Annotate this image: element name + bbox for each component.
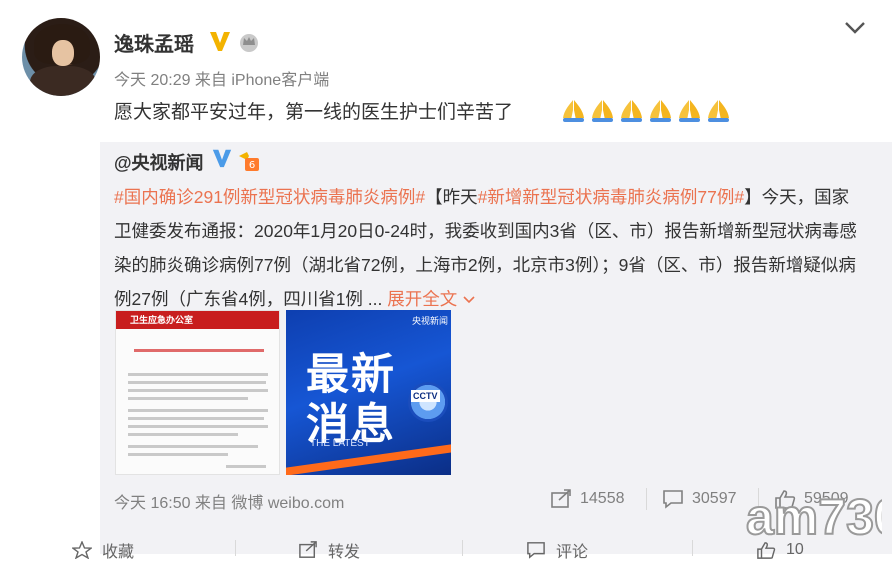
- document-thumbnail[interactable]: 卫生应急办公室: [115, 310, 280, 475]
- pray-emoji-icon: [563, 100, 584, 122]
- share-icon: [299, 541, 317, 558]
- hashtag-link[interactable]: #新增新型冠状病毒肺炎病例77例#: [478, 187, 744, 207]
- expand-label: 展开全文: [387, 289, 458, 309]
- latest-news-thumbnail[interactable]: 央视新闻 最新 消息 CCTV THE LATEST: [286, 310, 451, 475]
- repost-count: 14558: [580, 490, 625, 507]
- svg-text:6: 6: [249, 160, 255, 171]
- like-action-count: 10: [786, 541, 804, 558]
- pray-emoji-icon: [708, 100, 729, 122]
- like-action-button[interactable]: 10: [756, 540, 804, 560]
- verified-v-icon: [210, 32, 230, 51]
- latest-subtitle: THE LATEST: [310, 438, 370, 449]
- member-badge-icon: 6: [239, 152, 259, 171]
- bracket-open: 【昨天: [425, 187, 478, 207]
- repost-author-link[interactable]: @央视新闻: [114, 149, 204, 175]
- hashtag-link[interactable]: #国内确诊291例新型冠状病毒肺炎病例#: [114, 187, 425, 207]
- cctv-logo-icon: [408, 382, 448, 422]
- share-icon: [551, 489, 571, 508]
- brand-label: 央视新闻: [412, 316, 449, 326]
- comment-icon: [527, 542, 545, 559]
- bracket-close: 】: [744, 187, 762, 207]
- pray-emoji-icon: [650, 100, 671, 122]
- user-avatar[interactable]: [22, 18, 100, 96]
- star-icon: [72, 541, 92, 559]
- crown-badge-icon: [240, 34, 258, 52]
- chevron-down-icon: [463, 296, 475, 304]
- comment-action-button[interactable]: 评论: [526, 540, 589, 561]
- repost-timestamp-source: 今天 16:50 来自 微博 weibo.com: [114, 495, 345, 512]
- watermark-text: am730: [746, 489, 882, 545]
- comment-icon: [663, 490, 683, 509]
- repost-action-button[interactable]: 转发: [298, 540, 361, 561]
- comment-count: 30597: [692, 490, 737, 507]
- chevron-down-icon[interactable]: [842, 18, 868, 38]
- comment-action-label: 评论: [556, 544, 589, 561]
- post-timestamp-source: 今天 20:29 来自 iPhone客户端: [114, 72, 330, 89]
- repost-count-button[interactable]: 14558: [550, 488, 625, 510]
- expand-full-text-link[interactable]: 展开全文: [387, 289, 476, 309]
- document-header: 卫生应急办公室: [130, 315, 194, 325]
- thumbs-up-icon: [757, 542, 776, 559]
- am730-watermark: am730: [745, 488, 882, 546]
- favorite-button[interactable]: 收藏: [72, 540, 135, 561]
- username[interactable]: 逸珠孟瑶: [114, 28, 194, 57]
- favorite-label: 收藏: [102, 544, 135, 561]
- comment-count-button[interactable]: 30597: [662, 488, 737, 510]
- pray-emoji-icon: [621, 100, 642, 122]
- cctv-logo-text: CCTV: [411, 390, 440, 402]
- repost-action-label: 转发: [328, 544, 361, 561]
- pray-emoji-icon: [592, 100, 613, 122]
- emoji-row: [559, 96, 733, 124]
- repost-body-text: #国内确诊291例新型冠状病毒肺炎病例#【昨天#新增新型冠状病毒肺炎病例77例#…: [114, 180, 864, 316]
- pray-emoji-icon: [679, 100, 700, 122]
- verified-v-icon: [212, 149, 232, 168]
- post-text: 愿大家都平安过年，第一线的医生护士们辛苦了: [114, 102, 514, 123]
